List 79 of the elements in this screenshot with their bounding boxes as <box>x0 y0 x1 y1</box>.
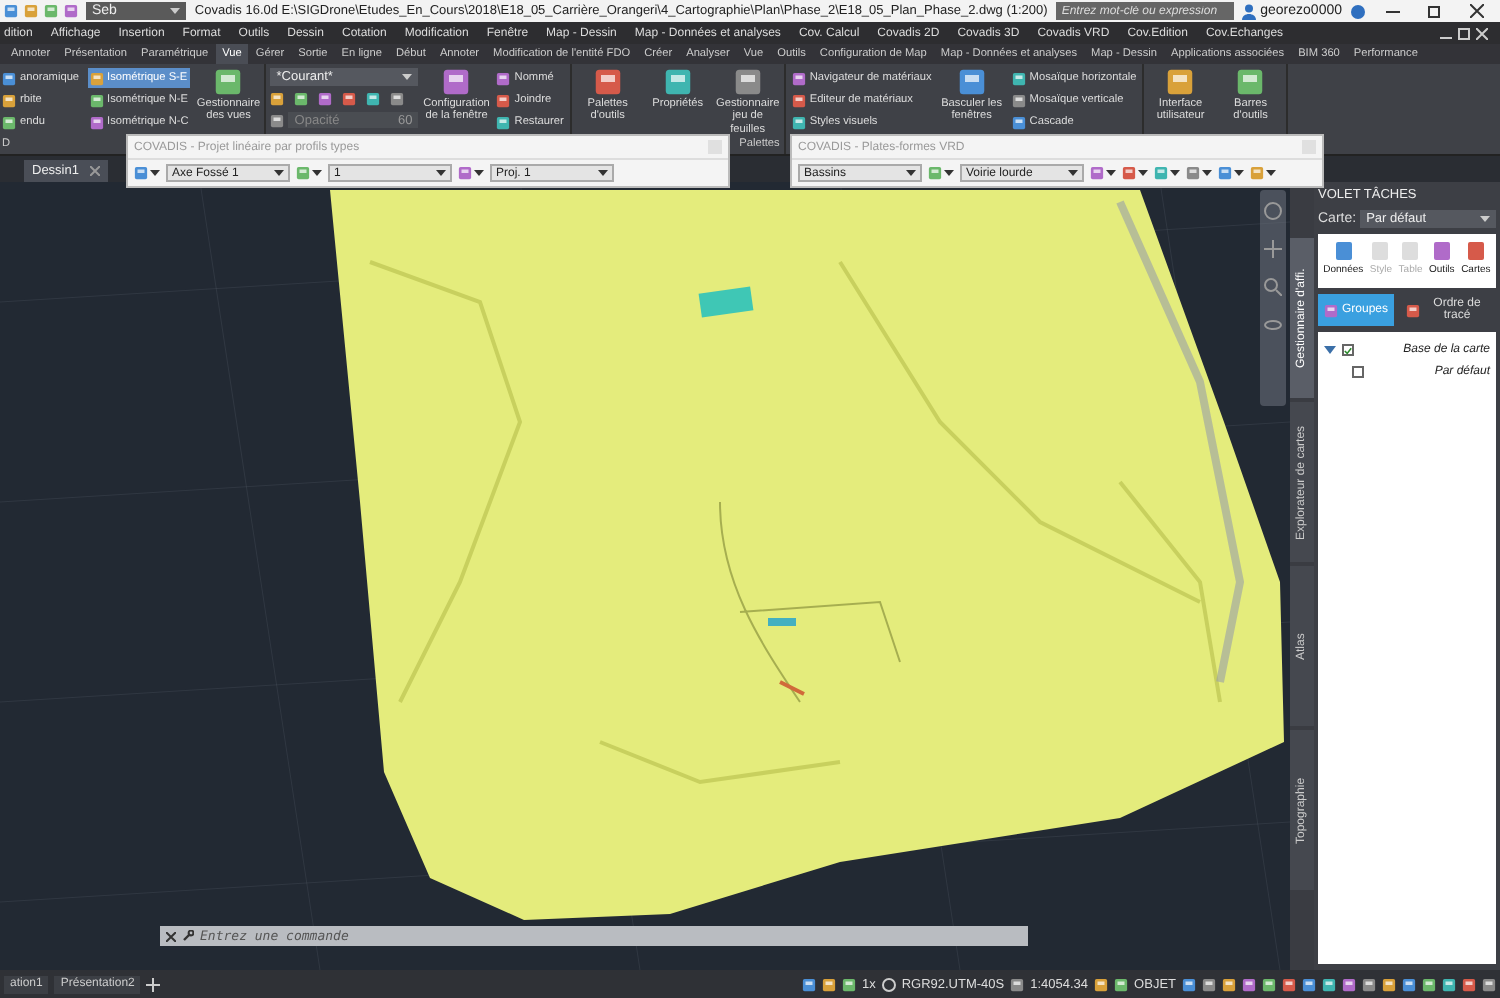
user-icon <box>1242 3 1257 19</box>
close-icon[interactable] <box>1470 4 1484 18</box>
layer-checkbox[interactable] <box>1342 344 1354 356</box>
status-icon <box>1302 977 1316 991</box>
pan-icon[interactable] <box>1264 240 1282 258</box>
toolbar-button[interactable] <box>458 166 484 180</box>
status-icon <box>1362 977 1376 991</box>
globe-icon[interactable] <box>881 977 896 991</box>
caret-icon <box>906 169 916 177</box>
toolbar-button[interactable] <box>1250 166 1276 180</box>
tool-icon <box>1370 240 1391 262</box>
status-icon <box>1242 977 1256 991</box>
toolbar-button[interactable] <box>1122 166 1148 180</box>
tool-icon <box>134 166 148 180</box>
orbit-icon[interactable] <box>1264 316 1282 334</box>
tool-icon <box>1431 240 1452 262</box>
status-icon <box>1094 977 1109 991</box>
zoom-icon[interactable] <box>1264 278 1282 296</box>
status-icon <box>821 977 836 991</box>
caret-icon <box>312 169 322 177</box>
expand-arrow-icon[interactable] <box>1324 344 1336 356</box>
caret-icon <box>1202 169 1212 177</box>
toolbar-button[interactable] <box>1090 166 1116 180</box>
tool-icon <box>928 166 942 180</box>
status-icon <box>1114 977 1129 991</box>
status-icon <box>1282 977 1296 991</box>
status-icon <box>1382 977 1396 991</box>
caret-icon <box>1234 169 1244 177</box>
caret-icon <box>436 169 446 177</box>
caret-icon <box>1266 169 1276 177</box>
caret-icon <box>598 169 608 177</box>
toolbar-button[interactable] <box>928 166 954 180</box>
status-icon <box>1482 977 1496 991</box>
status-icon <box>1402 977 1416 991</box>
toolbar-button[interactable] <box>134 166 160 180</box>
caret-icon <box>944 169 954 177</box>
caret-icon <box>150 169 160 177</box>
toolbar-button[interactable] <box>1186 166 1212 180</box>
tool-icon <box>1090 166 1104 180</box>
tool-icon <box>296 166 310 180</box>
navigation-bar[interactable] <box>1260 190 1286 406</box>
toolbar-button[interactable] <box>1154 166 1180 180</box>
caret-icon <box>274 169 284 177</box>
close-icon[interactable] <box>166 931 176 941</box>
status-icon <box>1322 977 1336 991</box>
tool-icon <box>458 166 472 180</box>
caret-icon <box>1480 215 1490 223</box>
tool-icon <box>1122 166 1136 180</box>
caret-icon <box>1106 169 1116 177</box>
caret-icon <box>1068 169 1078 177</box>
tool-icon <box>1333 240 1354 262</box>
tool-icon <box>1400 240 1421 262</box>
tool-icon <box>1465 240 1486 262</box>
toolbar-button[interactable] <box>296 166 322 180</box>
caret-icon <box>402 73 413 81</box>
tool-icon <box>1250 166 1264 180</box>
status-icon <box>841 977 856 991</box>
status-icon <box>1222 977 1236 991</box>
status-icon <box>1182 977 1196 991</box>
tool-icon <box>1218 166 1232 180</box>
toolbar-button[interactable] <box>1218 166 1244 180</box>
restore-icon[interactable] <box>1428 4 1442 18</box>
caret-icon <box>1170 169 1180 177</box>
caret-icon <box>474 169 484 177</box>
caret-icon <box>170 7 181 15</box>
status-icon <box>1342 977 1356 991</box>
status-icon <box>801 977 816 991</box>
status-icon <box>1422 977 1436 991</box>
plus-icon[interactable] <box>146 977 161 991</box>
layer-checkbox[interactable] <box>1352 366 1364 378</box>
status-icon <box>1202 977 1216 991</box>
wrench-icon[interactable] <box>182 930 194 942</box>
status-icon <box>1262 977 1276 991</box>
status-icon <box>1010 977 1025 991</box>
tool-icon <box>1186 166 1200 180</box>
status-icon <box>1442 977 1456 991</box>
status-icon <box>1462 977 1476 991</box>
caret-icon <box>1138 169 1148 177</box>
tool-icon <box>1154 166 1168 180</box>
